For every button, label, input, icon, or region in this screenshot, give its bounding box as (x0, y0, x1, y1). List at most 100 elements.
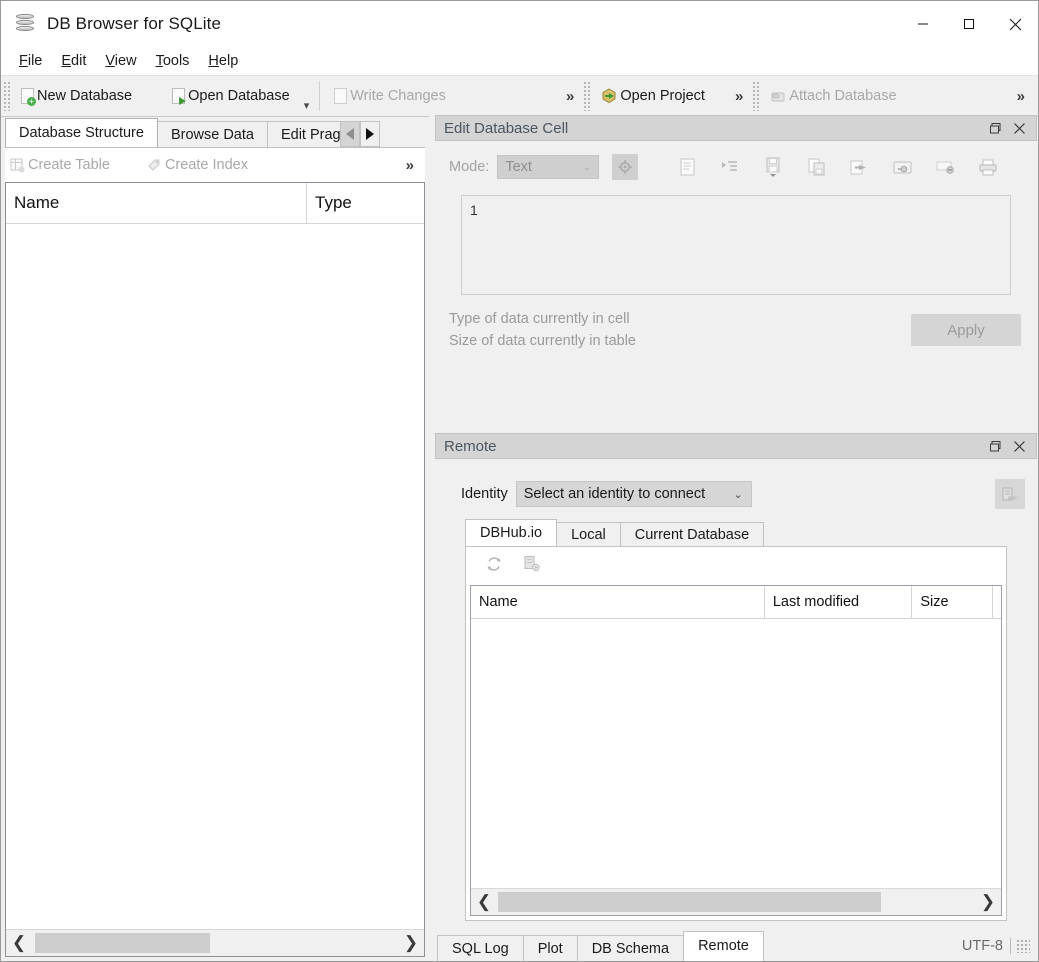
toolbar-overflow-2[interactable]: » (727, 88, 750, 105)
apply-button: Apply (911, 314, 1021, 346)
refresh-icon[interactable] (486, 556, 502, 577)
tab-edit-pragmas-label: Edit Prag (281, 127, 341, 143)
open-database-button[interactable]: Open Database (164, 81, 298, 111)
open-project-icon (601, 88, 617, 104)
remote-close-button[interactable] (1008, 435, 1030, 457)
menu-help-rest: elp (219, 53, 238, 69)
tab-database-structure[interactable]: Database Structure (5, 118, 158, 147)
tab-scroll-next-button[interactable] (360, 121, 380, 147)
structure-toolbar-overflow[interactable]: » (406, 157, 425, 174)
clone-database-icon[interactable] (524, 555, 540, 577)
structure-toolbar: Create Table Create Index » (5, 148, 425, 182)
menu-view[interactable]: View (96, 51, 145, 71)
edit-cell-title-actions (984, 117, 1036, 139)
remote-column-last-modified[interactable]: Last modified (764, 586, 911, 618)
remote-column-size[interactable]: Size (911, 586, 992, 618)
attach-database-button: Attach Database (762, 81, 904, 111)
new-database-button[interactable]: + New Database (13, 81, 140, 111)
identity-select[interactable]: Select an identity to connect ⌄ (516, 481, 752, 507)
cell-editor-textarea[interactable]: 1 (461, 195, 1011, 295)
open-project-button[interactable]: Open Project (593, 81, 713, 111)
remote-column-commit[interactable]: C (992, 586, 1001, 618)
structure-tree-body[interactable] (6, 224, 424, 929)
mode-select[interactable]: Text ⌄ (497, 155, 599, 179)
database-icon (13, 12, 37, 36)
column-header-type-label: Type (315, 193, 352, 213)
main-toolbar: + New Database Open Database ▾ Write Cha… (1, 75, 1038, 117)
chevron-right-icon (366, 128, 374, 140)
remote-column-size-label: Size (920, 594, 948, 610)
remote-table-hscrollbar[interactable]: ❮ ❯ (471, 888, 1001, 915)
maximize-button[interactable] (946, 1, 992, 47)
close-icon (1013, 440, 1026, 453)
remote-title: Remote (444, 438, 497, 455)
import-data-icon[interactable] (762, 155, 784, 179)
title-bar: DB Browser for SQLite (1, 1, 1038, 47)
create-index-button: Create Index (142, 152, 254, 178)
mode-label: Mode: (449, 159, 489, 175)
remote-body: Identity Select an identity to connect ⌄ (435, 459, 1037, 961)
attach-database-icon (770, 88, 786, 104)
chevron-left-icon (346, 128, 354, 140)
remote-title-bar[interactable]: Remote (435, 433, 1037, 459)
remote-scroll-left-button[interactable]: ❮ (471, 889, 497, 915)
tab-edit-pragmas[interactable]: Edit Prag (267, 121, 343, 147)
remote-tab-dbhub[interactable]: DBHub.io (465, 519, 557, 546)
tab-scroll-prev-button[interactable] (340, 121, 360, 147)
chevron-down-icon: ⌄ (583, 162, 591, 173)
edit-cell-float-button[interactable] (984, 117, 1006, 139)
remote-tab-current-database[interactable]: Current Database (620, 522, 764, 546)
structure-tree: Name Type ❮ ❯ (5, 182, 425, 957)
cell-meta-texts: Type of data currently in cell Size of d… (449, 311, 636, 349)
toolbar-grip-3[interactable] (752, 81, 760, 111)
edit-cell-toolbar: Mode: Text ⌄ (435, 141, 1037, 193)
auto-format-icon[interactable] (719, 155, 741, 179)
menu-tools[interactable]: Tools (147, 51, 199, 71)
remote-column-name[interactable]: Name (471, 586, 764, 618)
tab-browse-data-label: Browse Data (171, 127, 254, 143)
close-button[interactable] (992, 1, 1038, 47)
open-database-label: Open Database (188, 88, 290, 104)
column-header-name-label: Name (14, 193, 59, 213)
encoding-label: UTF-8 (962, 938, 1011, 954)
menu-edit[interactable]: Edit (52, 51, 95, 71)
remote-scroll-right-button[interactable]: ❯ (975, 889, 1001, 915)
export-data-icon[interactable] (805, 155, 827, 179)
edit-cell-close-button[interactable] (1008, 117, 1030, 139)
remote-tab-local[interactable]: Local (556, 522, 621, 546)
toolbar-separator-1 (319, 81, 320, 111)
remote-column-name-label: Name (479, 594, 518, 610)
set-as-blob-icon[interactable] (891, 155, 913, 179)
menu-bar: File Edit View Tools Help (1, 47, 1038, 75)
column-header-name[interactable]: Name (6, 183, 306, 223)
tab-browse-data[interactable]: Browse Data (157, 121, 268, 147)
open-database-dropdown[interactable]: ▾ (298, 99, 316, 112)
new-database-label: New Database (37, 88, 132, 104)
minimize-button[interactable] (900, 1, 946, 47)
edit-cell-title-bar[interactable]: Edit Database Cell (435, 115, 1037, 141)
bottom-tab-remote[interactable]: Remote (683, 931, 764, 961)
edit-cell-title: Edit Database Cell (444, 120, 568, 137)
resize-grip[interactable] (1016, 939, 1030, 953)
toolbar-overflow-3[interactable]: » (1009, 88, 1038, 105)
open-in-external-icon[interactable] (848, 155, 870, 179)
remote-float-button[interactable] (984, 435, 1006, 457)
remote-scroll-track[interactable] (497, 889, 975, 915)
print-icon[interactable] (977, 155, 999, 179)
tab-scrollers (340, 121, 380, 147)
column-header-type[interactable]: Type (306, 183, 424, 223)
push-database-icon (1002, 486, 1019, 503)
gear-icon (617, 159, 633, 175)
menu-file[interactable]: File (10, 51, 51, 71)
toolbar-grip-2[interactable] (583, 81, 591, 111)
toolbar-overflow-1[interactable]: » (558, 88, 581, 105)
set-as-null-icon[interactable] (934, 155, 956, 179)
remote-tab-bar: DBHub.io Local Current Database (465, 519, 1037, 546)
word-wrap-icon[interactable] (676, 155, 698, 179)
remote-files-table-body[interactable] (471, 619, 1001, 888)
toolbar-grip-1[interactable] (3, 81, 11, 111)
remote-scroll-thumb[interactable] (498, 892, 881, 912)
menu-help[interactable]: Help (199, 51, 247, 71)
attach-database-label: Attach Database (789, 88, 896, 104)
create-index-icon (146, 157, 162, 173)
